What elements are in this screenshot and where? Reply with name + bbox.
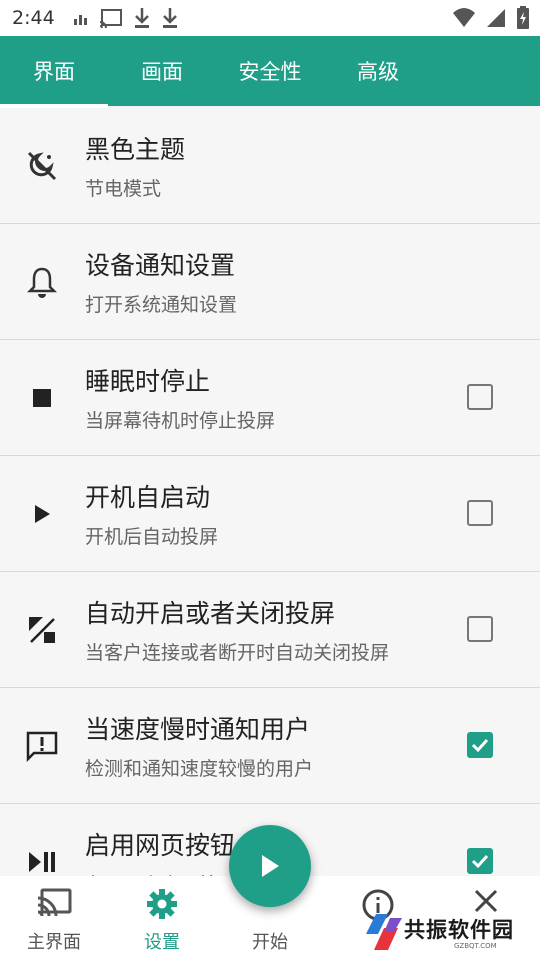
nav-settings[interactable]: 设置 xyxy=(108,876,216,960)
web-buttons-checkbox[interactable] xyxy=(467,848,493,874)
setting-notifications[interactable]: 设备通知设置 打开系统通知设置 xyxy=(0,224,540,340)
setting-title: 开机自启动 xyxy=(85,483,211,512)
setting-title: 自动开启或者关闭投屏 xyxy=(85,599,336,628)
nav-label: 开始 xyxy=(252,932,288,953)
setting-subtitle: 检测和通知速度较慢的用户 xyxy=(85,758,314,780)
setting-title: 设备通知设置 xyxy=(85,251,236,280)
nav-home[interactable]: 主界面 xyxy=(0,876,108,960)
slow-notify-checkbox[interactable] xyxy=(467,732,493,758)
tab-display[interactable]: 画面 xyxy=(108,36,216,106)
gear-icon xyxy=(146,888,178,924)
tab-advanced[interactable]: 高级 xyxy=(324,36,432,106)
autostart-checkbox[interactable] xyxy=(467,500,493,526)
setting-stop-on-sleep[interactable]: 睡眠时停止 当屏幕待机时停止投屏 xyxy=(0,340,540,456)
setting-subtitle: 节电模式 xyxy=(85,178,162,200)
setting-title: 启用网页按钮 xyxy=(85,831,236,860)
status-bar: 2:44 xyxy=(0,0,540,36)
tab-bar: 界面 画面 安全性 高级 xyxy=(0,36,540,108)
checkmark-icon xyxy=(471,738,489,753)
setting-subtitle: 当客户连接或者断开时自动关闭投屏 xyxy=(85,642,390,664)
play-icon xyxy=(24,496,60,532)
setting-slow-notify[interactable]: 当速度慢时通知用户 检测和通知速度较慢的用户 xyxy=(0,688,540,804)
signal-bars-icon xyxy=(73,11,89,25)
auto-toggle-icon xyxy=(24,612,60,648)
watermark-text: 共振软件园 xyxy=(404,918,514,942)
start-fab-button[interactable] xyxy=(229,825,311,907)
settings-list: 黑色主题 节电模式 设备通知设置 打开系统通知设置 睡眠时停止 当屏幕待机时停止… xyxy=(0,108,540,920)
setting-autostart[interactable]: 开机自启动 开机后自动投屏 xyxy=(0,456,540,572)
setting-title: 睡眠时停止 xyxy=(85,367,211,396)
download-icon xyxy=(161,7,179,29)
play-pause-icon xyxy=(24,844,60,880)
watermark: 共振软件园 GZBQT.COM xyxy=(362,908,532,956)
status-time: 2:44 xyxy=(12,7,55,29)
setting-subtitle: 当屏幕待机时停止投屏 xyxy=(85,410,276,432)
checkmark-icon xyxy=(471,854,489,869)
wifi-icon xyxy=(452,7,476,33)
setting-dark-theme[interactable]: 黑色主题 节电模式 xyxy=(0,108,540,224)
cast-icon xyxy=(99,8,123,28)
feedback-icon xyxy=(24,728,60,764)
nav-label: 主界面 xyxy=(27,932,81,953)
cast-icon xyxy=(36,888,72,922)
stop-icon xyxy=(24,380,60,416)
stop-on-sleep-checkbox[interactable] xyxy=(467,384,493,410)
tab-security[interactable]: 安全性 xyxy=(216,36,324,106)
dark-theme-icon xyxy=(24,148,60,184)
setting-subtitle: 打开系统通知设置 xyxy=(85,294,238,316)
setting-subtitle: 开机后自动投屏 xyxy=(85,526,219,548)
setting-title: 当速度慢时通知用户 xyxy=(85,715,311,744)
battery-charging-icon xyxy=(516,6,530,34)
cell-signal-icon xyxy=(486,7,506,33)
setting-auto-toggle[interactable]: 自动开启或者关闭投屏 当客户连接或者断开时自动关闭投屏 xyxy=(0,572,540,688)
tab-interface[interactable]: 界面 xyxy=(0,36,108,108)
download-icon xyxy=(133,7,151,29)
watermark-subtext: GZBQT.COM xyxy=(454,942,497,950)
nav-label: 设置 xyxy=(144,932,180,953)
watermark-logo-icon xyxy=(366,914,402,950)
play-icon xyxy=(262,855,279,877)
auto-toggle-checkbox[interactable] xyxy=(467,616,493,642)
setting-title: 黑色主题 xyxy=(85,135,186,164)
bell-icon xyxy=(24,264,60,300)
